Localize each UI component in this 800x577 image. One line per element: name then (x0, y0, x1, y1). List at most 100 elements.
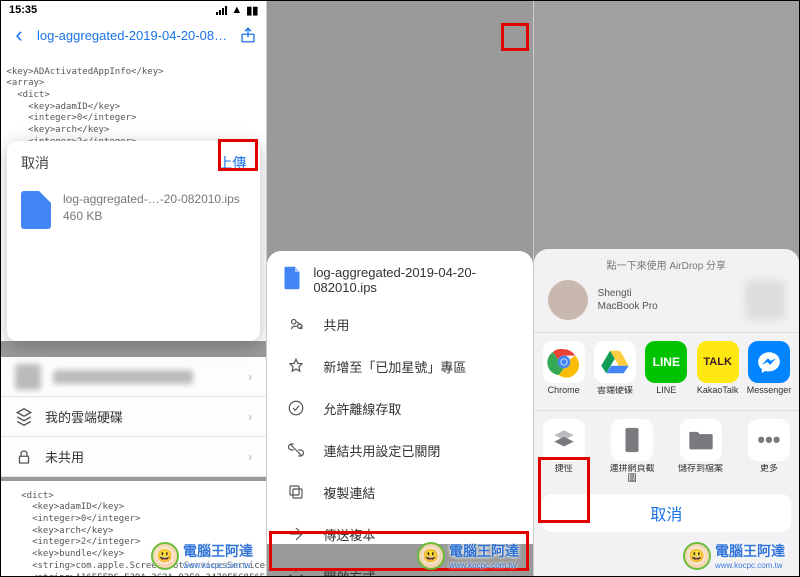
menu-open-with-label: 開啟方式 (323, 567, 375, 577)
action-shortcut[interactable]: 捷徑 (540, 419, 588, 484)
folder-icon (680, 419, 722, 461)
dots-icon: ••• (748, 419, 790, 461)
watermark: 😃 電腦王阿達 www.kocpc.com.tw (151, 541, 253, 570)
nav-title: log-aggregated-2019-04-20-082010… (37, 28, 230, 43)
menu-share-label: 共用 (323, 315, 349, 334)
app-kakao[interactable]: TALK KakaoTalk (694, 341, 742, 406)
watermark-brand: 電腦王阿達 (183, 543, 253, 559)
offline-icon (287, 399, 305, 417)
menu-send-copy-label: 傳送複本 (323, 525, 375, 544)
action-sheet: log-aggregated-2019-04-20-082010.ips 共用 … (267, 251, 532, 544)
file-meta: log-aggregated-…-20-082010.ips 460 KB (63, 191, 240, 226)
watermark-face-icon: 😃 (417, 542, 445, 570)
nav-bar: ‹ log-aggregated-2019-04-20-082010… (1, 19, 266, 51)
airdrop-avatar[interactable] (548, 280, 588, 320)
upload-sheet: 取消 上傳 log-aggregated-…-20-082010.ips 460… (7, 141, 260, 341)
account-list: › 我的雲端硬碟 › 未共用 › (1, 357, 266, 477)
back-icon[interactable]: ‹ (7, 23, 31, 47)
battery-icon: ▮▮ (246, 4, 258, 17)
watermark: 😃 電腦王阿達 www.kocpc.com.tw (683, 541, 785, 570)
file-name: log-aggregated-…-20-082010.ips (63, 191, 240, 208)
star-icon (287, 357, 305, 375)
app-messenger[interactable]: Messenger (745, 341, 793, 406)
not-shared-label: 未共用 (45, 447, 84, 466)
watermark-url: www.kocpc.com.tw (715, 561, 785, 570)
drive-icon (594, 341, 636, 383)
file-icon (283, 265, 301, 291)
longshot-icon (611, 419, 653, 461)
menu-star[interactable]: 新增至「已加星號」專區 (267, 345, 532, 387)
cancel-button[interactable]: 取消 (21, 153, 49, 173)
file-name: log-aggregated-2019-04-20-082010.ips (313, 265, 516, 295)
divider (534, 332, 799, 333)
action-save-files-label: 儲存到檔案 (677, 464, 725, 484)
menu-offline[interactable]: 允許離線存取 (267, 387, 532, 429)
menu-share[interactable]: 共用 (267, 303, 532, 345)
action-more[interactable]: ••• 更多 (745, 419, 793, 484)
action-shortcut-label: 捷徑 (540, 464, 588, 484)
send-icon (287, 525, 305, 543)
app-chrome-label: Chrome (540, 386, 588, 406)
copy-icon (287, 483, 305, 501)
my-drive-row[interactable]: 我的雲端硬碟 › (1, 397, 266, 437)
kakao-icon: TALK (697, 341, 739, 383)
menu-link-off[interactable]: 連結共用設定已關閉 (267, 429, 532, 471)
cancel-button[interactable]: 取消 (542, 494, 791, 532)
action-more-label: 更多 (745, 464, 793, 484)
chevron-right-icon: › (248, 449, 252, 464)
divider (534, 410, 799, 411)
watermark-url: www.kocpc.com.tw (449, 561, 519, 570)
share-icon[interactable] (236, 23, 260, 47)
airdrop-row: Shengti MacBook Pro (534, 272, 799, 330)
status-right: ▲ ▮▮ (216, 4, 258, 17)
panel-share-sheet: 15:28 ▲ ▮▮ ✕ log-aggregated-2019-04… ⋯ 點… (534, 1, 799, 576)
app-chrome[interactable]: Chrome (540, 341, 588, 406)
action-longshot[interactable]: 連拼網頁截圖 (608, 419, 656, 484)
upload-button[interactable]: 上傳 (218, 153, 246, 173)
lock-icon (15, 448, 33, 466)
airdrop-device: MacBook Pro (598, 300, 658, 313)
file-size: 460 KB (63, 208, 240, 225)
action-longshot-label: 連拼網頁截圖 (608, 464, 656, 484)
not-shared-row[interactable]: 未共用 › (1, 437, 266, 477)
menu-copy-link[interactable]: 複製連結 (267, 471, 532, 513)
app-line-label: LINE (642, 386, 690, 406)
messenger-icon (748, 341, 790, 383)
app-line[interactable]: LINE LINE (642, 341, 690, 406)
airdrop-meta: Shengti MacBook Pro (598, 287, 658, 313)
panel-upload-sheet: 15:35 ▲ ▮▮ ‹ log-aggregated-2019-04-20-0… (1, 1, 267, 576)
menu-copy-link-label: 複製連結 (323, 483, 375, 502)
file-row: log-aggregated-…-20-082010.ips 460 KB (7, 185, 260, 235)
avatar (15, 364, 41, 390)
account-row[interactable]: › (1, 357, 266, 397)
wifi-icon: ▲ (231, 4, 242, 16)
drive-icon (15, 408, 33, 426)
app-drive[interactable]: 雲端硬碟 (591, 341, 639, 406)
watermark-face-icon: 😃 (151, 542, 179, 570)
action-save-files[interactable]: 儲存到檔案 (677, 419, 725, 484)
chevron-right-icon: › (248, 409, 252, 424)
link-off-icon (287, 441, 305, 459)
menu-star-label: 新增至「已加星號」專區 (323, 357, 466, 376)
app-messenger-label: Messenger (745, 386, 793, 406)
action-row: 捷徑 連拼網頁截圖 儲存到檔案 ••• 更多 (534, 415, 799, 486)
app-drive-label: 雲端硬碟 (591, 386, 639, 406)
chrome-icon (543, 341, 585, 383)
app-row: Chrome 雲端硬碟 LINE LINE TALK KakaoTalk M (534, 337, 799, 408)
chevron-right-icon: › (248, 369, 252, 384)
airdrop-blurred (745, 280, 785, 320)
share-icon (287, 315, 305, 333)
sheet-header: 取消 上傳 (7, 141, 260, 185)
file-row: log-aggregated-2019-04-20-082010.ips (267, 251, 532, 303)
menu-offline-label: 允許離線存取 (323, 399, 401, 418)
status-time: 15:35 (9, 4, 37, 16)
airdrop-hint: 點一下來使用 AirDrop 分享 (534, 257, 799, 272)
watermark-brand: 電腦王阿達 (449, 543, 519, 559)
shortcut-icon (543, 419, 585, 461)
file-icon (21, 191, 51, 229)
airdrop-name: Shengti (598, 287, 658, 300)
app-kakao-label: KakaoTalk (694, 386, 742, 406)
account-name-blurred (53, 370, 193, 384)
watermark-brand: 電腦王阿達 (715, 543, 785, 559)
signal-icon (216, 6, 227, 15)
